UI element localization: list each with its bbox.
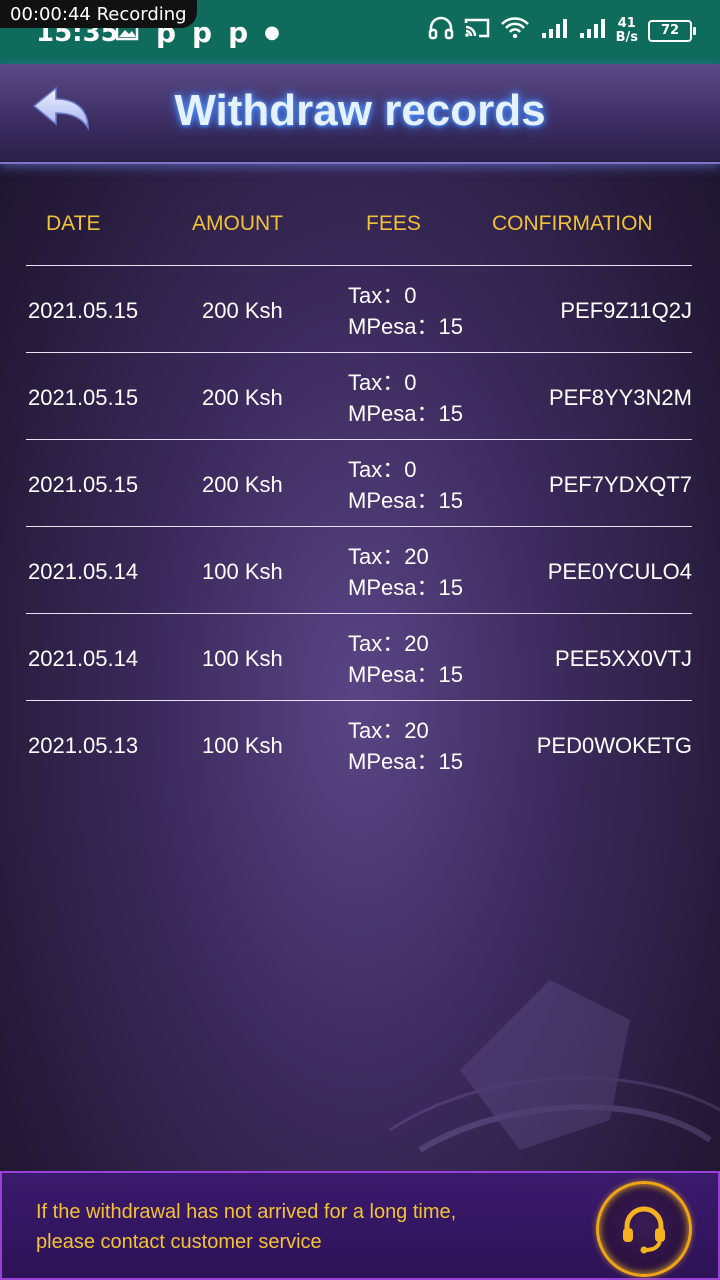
column-header-date: DATE bbox=[46, 212, 101, 235]
row-fees: Tax：20 MPesa：15 bbox=[348, 628, 463, 690]
headphones-icon bbox=[428, 16, 454, 45]
row-mpesa: MPesa：15 bbox=[348, 575, 463, 600]
row-confirmation: PEE5XX0VTJ bbox=[555, 646, 692, 671]
row-confirmation: PEF8YY3N2M bbox=[548, 385, 692, 410]
table-row: 2021.05.15 200 Ksh Tax：0 MPesa：15 PEF7YDX… bbox=[26, 439, 692, 526]
row-fees: Tax：0 MPesa：15 bbox=[348, 367, 463, 429]
row-amount: 200 Ksh bbox=[202, 298, 283, 323]
table-row: 2021.05.13 100 Ksh Tax：20 MPesa：15 PED0WO… bbox=[26, 700, 692, 787]
row-mpesa: MPesa：15 bbox=[348, 314, 463, 339]
column-header-fees: FEES bbox=[366, 212, 421, 235]
page-header: Withdraw records bbox=[0, 64, 720, 164]
support-message-line1: If the withdrawal has not arrived for a … bbox=[36, 1201, 457, 1223]
row-tax: Tax：20 bbox=[348, 631, 429, 656]
row-mpesa: MPesa：15 bbox=[348, 401, 463, 426]
more-dot-icon: ● bbox=[264, 22, 280, 43]
row-tax: Tax：0 bbox=[348, 370, 417, 395]
row-date: 2021.05.15 bbox=[28, 385, 139, 410]
wifi-icon bbox=[500, 16, 530, 45]
row-amount: 100 Ksh bbox=[202, 733, 283, 758]
table-header: DATE AMOUNT FEES CONFIRMATION bbox=[26, 212, 692, 244]
signal-icon bbox=[578, 17, 606, 44]
row-mpesa: MPesa：15 bbox=[348, 488, 463, 513]
row-fees: Tax：0 MPesa：15 bbox=[348, 280, 463, 342]
support-message-line2: please contact customer service bbox=[36, 1231, 322, 1253]
row-confirmation: PED0WOKETG bbox=[536, 733, 692, 758]
headset-icon bbox=[623, 1206, 665, 1254]
status-bar: 00:00:44 Recording 15:35 p p p ● 41 B/s bbox=[0, 0, 720, 64]
recording-indicator: 00:00:44 Recording bbox=[0, 0, 197, 28]
row-tax: Tax：20 bbox=[348, 544, 429, 569]
row-mpesa: MPesa：15 bbox=[348, 749, 463, 774]
status-icons: 41 B/s 72 bbox=[428, 15, 696, 45]
row-date: 2021.05.14 bbox=[28, 559, 139, 584]
support-footer: If the withdrawal has not arrived for a … bbox=[0, 1171, 720, 1280]
row-amount: 100 Ksh bbox=[202, 559, 283, 584]
network-speed: 41 B/s bbox=[615, 15, 638, 45]
app-p-icon: p bbox=[228, 16, 249, 49]
cast-icon bbox=[464, 17, 490, 44]
battery-icon: 72 bbox=[648, 19, 696, 42]
row-date: 2021.05.14 bbox=[28, 646, 139, 671]
signal-icon bbox=[540, 17, 568, 44]
row-mpesa: MPesa：15 bbox=[348, 662, 463, 687]
table-row: 2021.05.14 100 Ksh Tax：20 MPesa：15 PEE5XX… bbox=[26, 613, 692, 700]
row-confirmation: PEE0YCULO4 bbox=[547, 559, 692, 584]
battery-level: 72 bbox=[660, 23, 680, 38]
row-tax: Tax：0 bbox=[348, 457, 417, 482]
table-row: 2021.05.15 200 Ksh Tax：0 MPesa：15 PEF9Z11… bbox=[26, 265, 692, 352]
table-row: 2021.05.15 200 Ksh Tax：0 MPesa：15 PEF8YY3… bbox=[26, 352, 692, 439]
background-decoration bbox=[389, 980, 720, 1153]
row-date: 2021.05.15 bbox=[28, 298, 139, 323]
column-header-amount: AMOUNT bbox=[192, 212, 283, 235]
row-confirmation: PEF7YDXQT7 bbox=[548, 472, 692, 497]
page-title: Withdraw records bbox=[174, 86, 546, 135]
network-speed-unit: B/s bbox=[615, 29, 638, 45]
row-confirmation: PEF9Z11Q2J bbox=[560, 298, 692, 323]
column-header-confirmation: CONFIRMATION bbox=[492, 212, 653, 235]
customer-service-button[interactable] bbox=[596, 1181, 692, 1277]
row-fees: Tax：20 MPesa：15 bbox=[348, 541, 463, 603]
row-date: 2021.05.15 bbox=[28, 472, 139, 497]
row-tax: Tax：20 bbox=[348, 718, 429, 743]
row-amount: 200 Ksh bbox=[202, 385, 283, 410]
app-p-icon: p bbox=[192, 16, 213, 49]
row-fees: Tax：20 MPesa：15 bbox=[348, 715, 463, 777]
support-message: If the withdrawal has not arrived for a … bbox=[36, 1197, 576, 1257]
table-row: 2021.05.14 100 Ksh Tax：20 MPesa：15 PEE0YC… bbox=[26, 526, 692, 613]
row-fees: Tax：0 MPesa：15 bbox=[348, 454, 463, 516]
row-amount: 100 Ksh bbox=[202, 646, 283, 671]
withdraw-records-list: 2021.05.15 200 Ksh Tax：0 MPesa：15 PEF9Z11… bbox=[26, 265, 692, 787]
network-speed-value: 41 bbox=[617, 15, 636, 31]
row-tax: Tax：0 bbox=[348, 283, 417, 308]
row-date: 2021.05.13 bbox=[28, 733, 139, 758]
row-amount: 200 Ksh bbox=[202, 472, 283, 497]
